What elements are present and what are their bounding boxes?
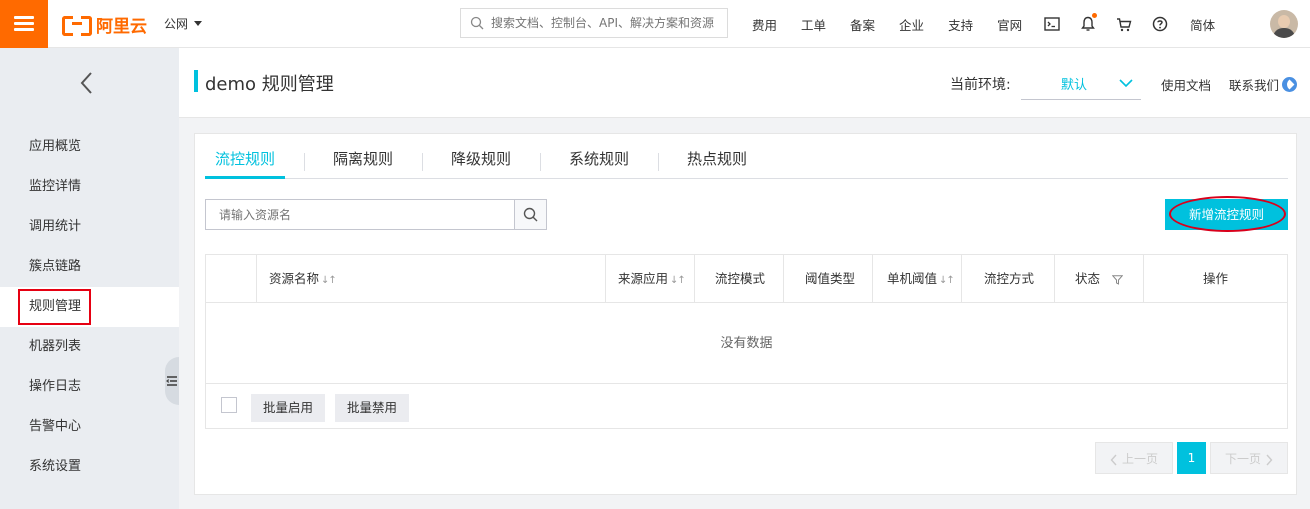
env-label: 当前环境:	[950, 77, 1011, 93]
list-collapse-icon	[166, 376, 177, 386]
search-icon	[523, 207, 538, 222]
tab-hotspot-rules[interactable]: 热点规则	[677, 144, 757, 179]
chevron-left-icon[interactable]	[74, 70, 100, 96]
sidebar-item-settings[interactable]: 系统设置	[0, 447, 179, 487]
doc-link[interactable]: 使用文档	[1161, 75, 1211, 94]
sidebar-item-overview[interactable]: 应用概览	[0, 127, 179, 167]
terminal-icon[interactable]	[1041, 0, 1063, 48]
sort-icon[interactable]: ↓↑	[670, 275, 686, 286]
sidebar: 应用概览 监控详情 调用统计 簇点链路 规则管理 机器列表 操作日志 告警中心 …	[0, 48, 179, 509]
nav-enterprise[interactable]: 企业	[899, 15, 924, 34]
chevron-down-icon	[1119, 79, 1133, 88]
search-icon	[470, 16, 484, 30]
caret-down-icon	[194, 21, 203, 26]
sidebar-item-monitor[interactable]: 监控详情	[0, 167, 179, 207]
menu-button[interactable]	[0, 0, 48, 48]
tab-isolation-rules[interactable]: 隔离规则	[323, 144, 403, 179]
cart-icon[interactable]	[1113, 0, 1135, 48]
sidebar-item-stats[interactable]: 调用统计	[0, 207, 179, 247]
filter-icon[interactable]	[1111, 274, 1124, 285]
column-threshold-type: 阈值类型	[783, 255, 872, 303]
brand-name: 阿里云	[96, 16, 147, 37]
sidebar-item-trace[interactable]: 簇点链路	[0, 247, 179, 287]
tab-system-rules[interactable]: 系统规则	[559, 144, 639, 179]
table-header-select	[206, 255, 256, 303]
rules-card: 流控规则 隔离规则 降级规则 系统规则 热点规则 新增流控规则 资源名称↓↑ 来…	[194, 133, 1297, 495]
sort-icon[interactable]: ↓↑	[939, 275, 955, 286]
nav-support[interactable]: 支持	[948, 15, 973, 34]
sidebar-item-logs[interactable]: 操作日志	[0, 367, 179, 407]
resource-search-button[interactable]	[514, 200, 546, 229]
select-all-checkbox[interactable]	[221, 397, 237, 413]
page-header: demo 规则管理 当前环境: 默认 使用文档 联系我们	[179, 48, 1310, 118]
sidebar-item-rules[interactable]: 规则管理	[0, 287, 179, 327]
pagination-prev-button[interactable]: 上一页	[1095, 442, 1173, 474]
add-flow-rule-button[interactable]: 新增流控规则	[1165, 199, 1288, 230]
column-control-behavior: 流控方式	[961, 255, 1054, 303]
aliyun-logo-icon	[62, 14, 92, 36]
notification-dot	[1092, 13, 1098, 18]
global-search[interactable]	[460, 8, 728, 38]
hamburger-icon	[14, 16, 34, 19]
page-title: demo 规则管理	[205, 74, 334, 95]
sort-icon[interactable]: ↓↑	[321, 275, 337, 286]
column-threshold-value[interactable]: 单机阈值 ↓↑	[872, 255, 961, 303]
batch-disable-button[interactable]: 批量禁用	[335, 394, 409, 422]
env-select[interactable]: 默认	[1021, 68, 1141, 100]
resource-search	[205, 199, 547, 230]
nav-fee[interactable]: 费用	[752, 15, 777, 34]
contact-icon	[1282, 77, 1298, 92]
sidebar-collapse-handle[interactable]	[165, 357, 179, 405]
sidebar-item-alerts[interactable]: 告警中心	[0, 407, 179, 447]
nav-ticket[interactable]: 工单	[801, 15, 826, 34]
top-bar: 阿里云 公网 费用 工单 备案 企业 支持 官网 简体	[0, 0, 1310, 48]
resource-search-input[interactable]	[206, 200, 506, 229]
rule-tabs: 流控规则 隔离规则 降级规则 系统规则 热点规则	[205, 144, 1288, 179]
top-nav: 费用 工单 备案 企业 支持 官网 简体	[740, 0, 1227, 48]
column-source-app[interactable]: 来源应用 ↓↑	[605, 255, 694, 303]
help-icon[interactable]	[1149, 0, 1171, 48]
tab-degrade-rules[interactable]: 降级规则	[441, 144, 521, 179]
nav-official[interactable]: 官网	[997, 15, 1022, 34]
rules-table: 资源名称 ↓↑ 来源应用 ↓↑ 流控模式 阈值类型 单机阈值 ↓↑ 流控方式 状态 操…	[205, 254, 1288, 429]
batch-enable-button[interactable]: 批量启用	[251, 394, 325, 422]
chevron-left-icon	[1110, 454, 1117, 465]
sidebar-item-machines[interactable]: 机器列表	[0, 327, 179, 367]
nav-icp[interactable]: 备案	[850, 15, 875, 34]
bell-icon[interactable]	[1077, 0, 1099, 48]
table-header: 资源名称 ↓↑ 来源应用 ↓↑ 流控模式 阈值类型 单机阈值 ↓↑ 流控方式 状态 操…	[206, 255, 1287, 303]
chevron-right-icon	[1266, 454, 1273, 465]
title-accent	[194, 70, 198, 92]
pagination-page-1[interactable]: 1	[1177, 442, 1206, 474]
language-switch[interactable]: 简体	[1190, 15, 1215, 34]
global-search-input[interactable]	[491, 9, 723, 37]
column-resource-name[interactable]: 资源名称 ↓↑	[256, 255, 605, 303]
column-actions: 操作	[1143, 255, 1287, 303]
column-status[interactable]: 状态	[1054, 255, 1143, 303]
logo[interactable]: 阿里云	[62, 12, 147, 37]
empty-state: 没有数据	[206, 304, 1287, 384]
tab-flow-rules[interactable]: 流控规则	[205, 144, 285, 179]
region-select[interactable]: 公网	[164, 15, 203, 32]
pagination-next-button[interactable]: 下一页	[1210, 442, 1288, 474]
avatar[interactable]	[1270, 10, 1298, 38]
column-flow-mode: 流控模式	[694, 255, 783, 303]
contact-link[interactable]: 联系我们	[1229, 75, 1298, 94]
table-footer: 批量启用 批量禁用	[206, 388, 1287, 428]
